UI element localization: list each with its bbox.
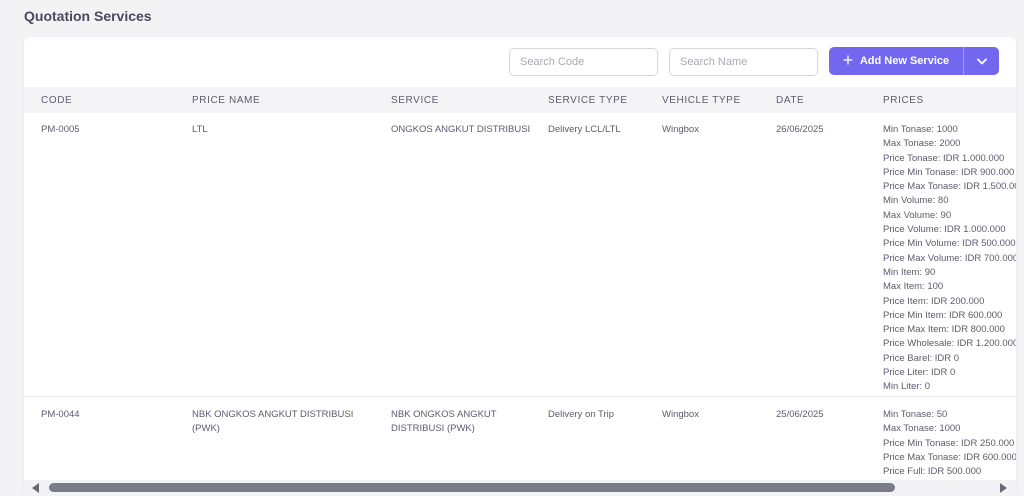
- price-line: Price Liter: IDR 0: [883, 367, 956, 379]
- price-line: Price Min Volume: IDR 500.000: [883, 238, 1016, 250]
- column-header-prices[interactable]: PRICES: [883, 95, 924, 106]
- arrow-right-icon[interactable]: [1000, 483, 1007, 493]
- cell-prices: Min Tonase: 1000 Max Tonase: 2000 Price …: [883, 123, 1016, 395]
- price-line: Min Item: 90: [883, 266, 936, 278]
- price-line: Price Min Tonase: IDR 250.000: [883, 437, 1015, 449]
- scrollbar-thumb[interactable]: [49, 483, 895, 492]
- arrow-left-icon[interactable]: [32, 483, 39, 493]
- column-header-code[interactable]: CODE: [41, 95, 72, 106]
- price-line: Price Barel: IDR 0: [883, 352, 960, 364]
- column-header-service[interactable]: SERVICE: [391, 95, 531, 106]
- price-line: Max Item: 100: [883, 281, 944, 293]
- cell-date: 26/06/2025: [776, 124, 824, 135]
- cell-service-type: Delivery LCL/LTL: [548, 124, 621, 135]
- chevron-down-icon: [976, 52, 987, 70]
- price-line: Min Tonase: 1000: [883, 124, 958, 135]
- column-header-date[interactable]: DATE: [776, 95, 804, 106]
- cell-code: PM-0044: [41, 409, 80, 420]
- price-line: Max Tonase: 1000: [883, 423, 961, 435]
- cell-service: NBK ONGKOS ANGKUT DISTRIBUSI (PWK): [391, 409, 497, 435]
- cell-service: ONGKOS ANGKUT DISTRIBUSI: [391, 124, 531, 135]
- services-card: Add New Service CODE PRICE NAME SERVICE …: [24, 37, 1016, 496]
- plus-icon: [843, 55, 853, 68]
- price-line: Price Max Tonase: IDR 1.500.00: [883, 181, 1016, 193]
- column-header-price-name[interactable]: PRICE NAME: [192, 95, 377, 106]
- search-code-input[interactable]: [509, 48, 658, 76]
- horizontal-scrollbar[interactable]: [24, 480, 1016, 496]
- add-new-service-label: Add New Service: [859, 55, 950, 67]
- column-header-service-type[interactable]: SERVICE TYPE: [548, 95, 628, 106]
- price-line: Price Max Volume: IDR 700.000: [883, 252, 1016, 264]
- column-header-vehicle-type[interactable]: VEHICLE TYPE: [662, 95, 741, 106]
- price-line: Price Volume: IDR 1.000.000: [883, 224, 1006, 236]
- table-row[interactable]: PM-0005 LTL ONGKOS ANGKUT DISTRIBUSI Del…: [24, 113, 1016, 397]
- cell-date: 25/06/2025: [776, 409, 824, 420]
- cell-prices: Min Tonase: 50 Max Tonase: 1000 Price Mi…: [883, 408, 1016, 479]
- cell-vehicle-type: Wingbox: [662, 409, 699, 420]
- add-new-service-button-group: Add New Service: [829, 47, 999, 75]
- add-service-dropdown-toggle[interactable]: [963, 47, 999, 75]
- price-line: Min Tonase: 50: [883, 409, 948, 420]
- cell-service-type: Delivery on Trip: [548, 409, 614, 420]
- cell-price-name: NBK ONGKOS ANGKUT DISTRIBUSI (PWK): [192, 409, 354, 435]
- price-line: Price Tonase: IDR 1.000.000: [883, 152, 1005, 164]
- price-line: Price Max Item: IDR 800.000: [883, 324, 1005, 336]
- price-line: Max Tonase: 2000: [883, 138, 961, 150]
- price-line: Min Liter: 0: [883, 381, 930, 393]
- table-header: CODE PRICE NAME SERVICE SERVICE TYPE VEH…: [24, 87, 1016, 113]
- price-line: Price Item: IDR 200.000: [883, 295, 985, 307]
- search-name-input[interactable]: [669, 48, 818, 76]
- add-new-service-button[interactable]: Add New Service: [829, 47, 963, 75]
- price-line: Min Volume: 80: [883, 195, 949, 207]
- table-row[interactable]: PM-0044 NBK ONGKOS ANGKUT DISTRIBUSI (PW…: [24, 398, 1016, 482]
- price-line: Price Wholesale: IDR 1.200.000: [883, 338, 1016, 350]
- price-line: Price Min Item: IDR 600.000: [883, 309, 1003, 321]
- cell-price-name: LTL: [192, 124, 208, 135]
- price-line: Price Max Tonase: IDR 600.000: [883, 451, 1016, 463]
- price-line: Price Min Tonase: IDR 900.000: [883, 166, 1015, 178]
- cell-vehicle-type: Wingbox: [662, 124, 699, 135]
- price-line: Max Volume: 90: [883, 209, 952, 221]
- cell-code: PM-0005: [41, 124, 80, 135]
- price-line: Price Full: IDR 500.000: [883, 466, 982, 478]
- page-title: Quotation Services: [24, 8, 152, 24]
